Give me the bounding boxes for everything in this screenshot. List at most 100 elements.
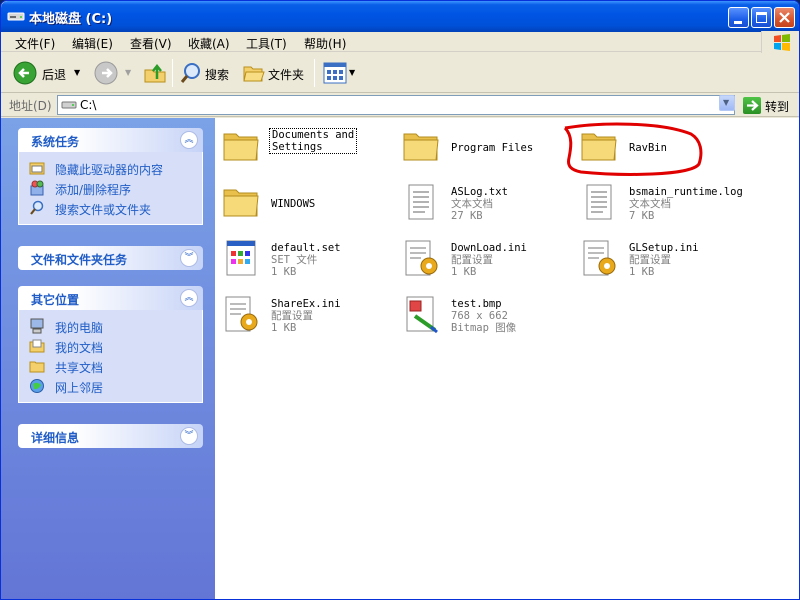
folder-icon bbox=[223, 189, 259, 217]
file-type: 文本文档 bbox=[451, 198, 493, 210]
file-size: 1 KB bbox=[271, 266, 297, 278]
bitmap-file-icon bbox=[406, 296, 438, 334]
folder-program-files[interactable]: Program Files bbox=[395, 120, 573, 172]
back-arrow-icon[interactable] bbox=[13, 61, 37, 85]
file-name: ShareEx.ini bbox=[271, 298, 341, 310]
search-button[interactable]: 搜索 bbox=[205, 66, 229, 83]
file-test-bmp[interactable]: test.bmp 768 x 662 Bitmap 图像 bbox=[395, 288, 573, 340]
other-places-panel: 其它位置 ︽ 我的电脑 我的文档 共享文档 网上邻居 bbox=[18, 286, 203, 403]
my-computer-link[interactable]: 我的电脑 bbox=[19, 316, 202, 336]
hide-drive-contents-link[interactable]: 隐藏此驱动器的内容 bbox=[19, 158, 202, 178]
address-value: C:\ bbox=[80, 98, 97, 112]
expand-icon[interactable]: ︾ bbox=[180, 249, 198, 267]
file-folder-tasks-header[interactable]: 文件和文件夹任务 ︾ bbox=[18, 246, 203, 270]
system-tasks-body: 隐藏此驱动器的内容 添加/删除程序 搜索文件或文件夹 bbox=[18, 152, 203, 225]
views-dropdown-icon[interactable]: ▼ bbox=[349, 68, 355, 77]
file-type: SET 文件 bbox=[271, 254, 318, 266]
toolbar: 后退 ▼ ▼ 搜索 文件夹 ▼ bbox=[1, 53, 799, 93]
hide-contents-icon bbox=[29, 162, 45, 175]
back-dropdown-icon[interactable]: ▼ bbox=[74, 68, 80, 77]
file-bsmain-runtime-log[interactable]: bsmain_runtime.log 文本文档 7 KB bbox=[573, 176, 751, 228]
menu-tools[interactable]: 工具(T) bbox=[246, 35, 287, 52]
file-name: Documents and Settings bbox=[269, 128, 358, 154]
file-size: 1 KB bbox=[451, 266, 477, 278]
text-file-icon bbox=[408, 184, 434, 220]
file-type: 文本文档 bbox=[629, 198, 671, 210]
address-label: 地址(D) bbox=[9, 99, 52, 113]
minimize-button[interactable] bbox=[728, 7, 749, 28]
chevron-down-icon: ▼ bbox=[723, 98, 730, 107]
go-arrow-icon[interactable] bbox=[743, 97, 761, 114]
title-bar[interactable]: 本地磁盘 (C:) bbox=[1, 1, 799, 32]
folder-icon bbox=[403, 133, 439, 161]
address-input[interactable]: C:\ bbox=[57, 95, 735, 115]
file-size: 27 KB bbox=[451, 210, 483, 222]
file-name: ASLog.txt bbox=[451, 186, 508, 198]
file-name: default.set bbox=[271, 242, 341, 254]
file-default-set[interactable]: default.set SET 文件 1 KB bbox=[215, 232, 393, 284]
address-dropdown[interactable]: ▼ bbox=[719, 95, 735, 111]
file-type: 配置设置 bbox=[629, 254, 671, 266]
file-size: 7 KB bbox=[629, 210, 655, 222]
add-remove-programs-link[interactable]: 添加/删除程序 bbox=[19, 178, 202, 198]
search-icon bbox=[30, 200, 44, 215]
minimize-icon bbox=[734, 21, 742, 24]
menu-view[interactable]: 查看(V) bbox=[130, 35, 172, 52]
file-size: 1 KB bbox=[271, 322, 297, 334]
window-title: 本地磁盘 (C:) bbox=[29, 12, 113, 27]
search-icon[interactable] bbox=[179, 61, 203, 85]
file-folder-tasks-panel: 文件和文件夹任务 ︾ bbox=[18, 246, 203, 270]
other-places-header[interactable]: 其它位置 ︽ bbox=[18, 286, 203, 310]
file-aslog-txt[interactable]: ASLog.txt 文本文档 27 KB bbox=[395, 176, 573, 228]
network-icon bbox=[30, 379, 44, 393]
back-button[interactable]: 后退 bbox=[42, 66, 66, 83]
other-places-body: 我的电脑 我的文档 共享文档 网上邻居 bbox=[18, 310, 203, 403]
file-name: test.bmp bbox=[451, 298, 502, 310]
folders-button[interactable]: 文件夹 bbox=[268, 66, 304, 83]
network-places-link[interactable]: 网上邻居 bbox=[19, 376, 202, 396]
system-tasks-panel: 系统任务 ︽ 隐藏此驱动器的内容 添加/删除程序 搜索文件或文件夹 bbox=[18, 128, 203, 225]
folder-documents-and-settings[interactable]: Documents and Settings bbox=[215, 120, 393, 172]
go-button[interactable]: 转到 bbox=[765, 98, 789, 115]
maximize-button[interactable] bbox=[751, 7, 772, 28]
collapse-icon[interactable]: ︽ bbox=[180, 131, 198, 149]
file-name: WINDOWS bbox=[271, 198, 316, 210]
drive-icon bbox=[61, 101, 77, 109]
folders-icon[interactable] bbox=[242, 62, 266, 84]
up-folder-icon[interactable] bbox=[143, 61, 167, 85]
details-header[interactable]: 详细信息 ︾ bbox=[18, 424, 203, 448]
file-list[interactable]: Documents and Settings Program Files RavB… bbox=[215, 118, 799, 599]
file-size: Bitmap 图像 bbox=[451, 322, 517, 334]
system-tasks-header[interactable]: 系统任务 ︽ bbox=[18, 128, 203, 152]
search-files-link[interactable]: 搜索文件或文件夹 bbox=[19, 198, 202, 218]
address-bar: 地址(D) C:\ ▼ 转到 bbox=[1, 93, 799, 117]
my-documents-link[interactable]: 我的文档 bbox=[19, 336, 202, 356]
file-glsetup-ini[interactable]: GLSetup.ini 配置设置 1 KB bbox=[573, 232, 751, 284]
panel-title: 其它位置 bbox=[31, 293, 80, 307]
menu-file[interactable]: 文件(F) bbox=[15, 35, 55, 52]
file-size: 1 KB bbox=[629, 266, 655, 278]
close-button[interactable] bbox=[774, 7, 795, 28]
folder-windows[interactable]: WINDOWS bbox=[215, 176, 393, 228]
panel-title: 文件和文件夹任务 bbox=[31, 253, 128, 267]
file-shareex-ini[interactable]: ShareEx.ini 配置设置 1 KB bbox=[215, 288, 393, 340]
forward-arrow-icon[interactable] bbox=[94, 61, 118, 85]
windows-logo-icon bbox=[761, 31, 799, 55]
panel-title: 系统任务 bbox=[31, 135, 80, 149]
red-annotation-circle bbox=[563, 122, 703, 176]
forward-dropdown-icon[interactable]: ▼ bbox=[125, 68, 131, 77]
folder-icon bbox=[223, 133, 259, 161]
documents-folder-icon bbox=[29, 339, 45, 353]
menu-help[interactable]: 帮助(H) bbox=[304, 35, 346, 52]
views-icon[interactable] bbox=[323, 62, 347, 84]
details-panel: 详细信息 ︾ bbox=[18, 424, 203, 448]
shared-documents-link[interactable]: 共享文档 bbox=[19, 356, 202, 376]
menu-edit[interactable]: 编辑(E) bbox=[72, 35, 113, 52]
file-type: 768 x 662 bbox=[451, 310, 508, 322]
collapse-icon[interactable]: ︽ bbox=[180, 289, 198, 307]
file-name: bsmain_runtime.log bbox=[629, 186, 743, 198]
file-download-ini[interactable]: DownLoad.ini 配置设置 1 KB bbox=[395, 232, 573, 284]
menu-favorites[interactable]: 收藏(A) bbox=[188, 35, 230, 52]
config-file-icon bbox=[583, 240, 616, 276]
expand-icon[interactable]: ︾ bbox=[180, 427, 198, 445]
